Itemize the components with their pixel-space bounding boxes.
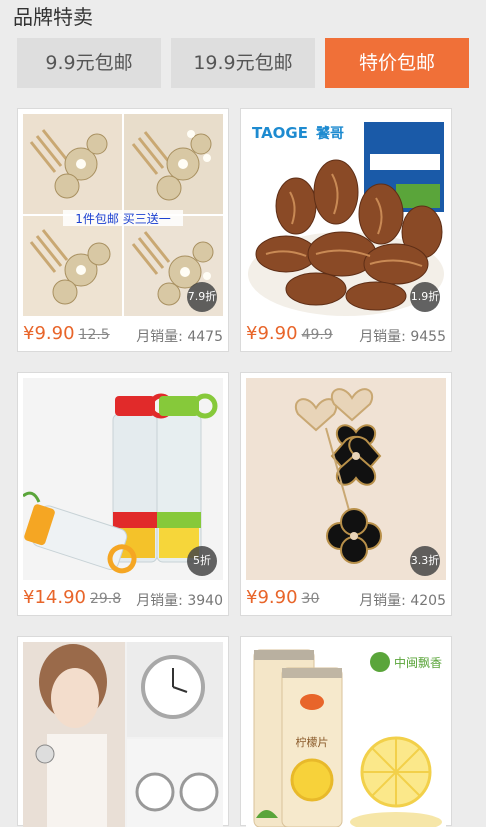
product-card[interactable]: 3.3折 ¥9.90 30 月销量: 4205 [240, 372, 452, 616]
discount-badge: 1.9折 [410, 282, 440, 312]
product-image[interactable]: TAOGE 饕哥 1.9折 [246, 114, 446, 316]
monthly-sales: 月销量: 4205 [359, 590, 446, 610]
monthly-sales: 月销量: 3940 [136, 590, 223, 610]
product-card[interactable]: 中闽飘香 柠檬片 [240, 636, 452, 827]
product-image[interactable]: 3.3折 [246, 378, 446, 580]
brand-logo-text: TAOGE [252, 124, 308, 142]
sales-count: 4205 [410, 593, 446, 609]
product-image[interactable] [23, 642, 223, 827]
original-price: 12.5 [78, 327, 110, 343]
tab-19-9-free-shipping[interactable]: 19.9元包邮 [171, 38, 315, 88]
sales-label: 月销量: [359, 329, 406, 345]
image-banner-text: 1件包邮 买三送一 [75, 211, 170, 226]
sales-count: 4475 [187, 329, 223, 345]
sales-label: 月销量: [136, 593, 183, 609]
lemon-slice-image: 中闽飘香 柠檬片 [246, 642, 446, 827]
product-card[interactable]: 5折 ¥14.90 29.8 月销量: 3940 [17, 372, 229, 616]
watch-image [23, 642, 223, 827]
original-price: 49.9 [301, 327, 333, 343]
price-row: ¥14.90 29.8 月销量: 3940 [23, 587, 223, 611]
product-card[interactable] [17, 636, 229, 827]
sales-count: 9455 [410, 329, 446, 345]
price: ¥14.90 [23, 587, 86, 608]
monthly-sales: 月销量: 4475 [136, 326, 223, 346]
price: ¥9.90 [246, 587, 298, 608]
monthly-sales: 月销量: 9455 [359, 326, 446, 346]
product-card[interactable]: TAOGE 饕哥 1.9折 ¥9.90 49.9 月销量: 9455 [240, 108, 452, 352]
brand-logo-cn: 中闽飘香 [394, 655, 442, 670]
filter-tabs: 9.9元包邮 19.9元包邮 特价包邮 [17, 38, 469, 88]
product-image[interactable]: 中闽飘香 柠檬片 [246, 642, 446, 827]
discount-badge: 5折 [187, 546, 217, 576]
sales-count: 3940 [187, 593, 223, 609]
product-label-text: 柠檬片 [296, 735, 329, 749]
sales-label: 月销量: [136, 329, 183, 345]
product-image[interactable]: 1件包邮 买三送一 7.9折 [23, 114, 223, 316]
brand-logo-cn: 饕哥 [315, 125, 344, 142]
price: ¥9.90 [23, 323, 75, 344]
discount-badge: 3.3折 [410, 546, 440, 576]
price: ¥9.90 [246, 323, 298, 344]
price-row: ¥9.90 30 月销量: 4205 [246, 587, 446, 611]
price-row: ¥9.90 49.9 月销量: 9455 [246, 323, 446, 347]
tab-9-9-free-shipping[interactable]: 9.9元包邮 [17, 38, 161, 88]
original-price: 29.8 [89, 591, 122, 607]
product-image[interactable]: 5折 [23, 378, 223, 580]
tab-special-price[interactable]: 特价包邮 [325, 38, 469, 88]
section-title: 品牌特卖 [13, 5, 93, 29]
price-row: ¥9.90 12.5 月销量: 4475 [23, 323, 223, 347]
discount-badge: 7.9折 [187, 282, 217, 312]
original-price: 30 [301, 591, 320, 607]
sales-label: 月销量: [359, 593, 406, 609]
product-card[interactable]: 1件包邮 买三送一 7.9折 ¥9.90 12.5 月销量: 4475 [17, 108, 229, 352]
